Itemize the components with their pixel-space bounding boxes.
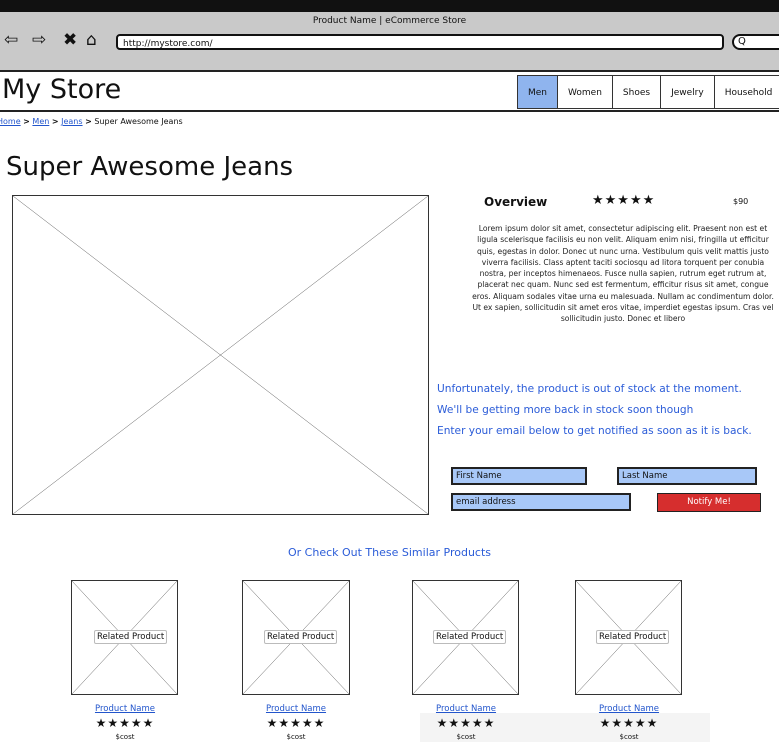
first-name-field[interactable]: First Name <box>451 467 587 485</box>
forward-arrow-icon[interactable]: ⇨ <box>32 31 46 49</box>
product-image <box>12 195 429 515</box>
breadcrumb-men[interactable]: Men <box>32 117 49 126</box>
related-product-cost: $cost <box>619 733 639 741</box>
image-placeholder-icon <box>13 196 428 514</box>
related-product-name[interactable]: Product Name <box>70 704 180 714</box>
browser-chrome: Product Name | eCommerce Store ⇦ ⇨ ✖ ⌂ h… <box>0 12 779 72</box>
search-icon: Q <box>738 36 746 47</box>
related-product-cost: $cost <box>115 733 135 741</box>
breadcrumb-jeans[interactable]: Jeans <box>61 117 82 126</box>
product-price: $90 <box>733 197 749 206</box>
related-product-label: Related Product <box>596 630 670 644</box>
out-of-stock-notice: Unfortunately, the product is out of sto… <box>437 383 742 395</box>
browser-search-field[interactable]: Q <box>732 34 779 50</box>
related-product-label: Related Product <box>264 630 338 644</box>
breadcrumb-separator: > <box>85 117 92 126</box>
screen-top-strip <box>0 0 779 12</box>
category-tabs: Men Women Shoes Jewelry Household <box>517 75 779 109</box>
window-title: Product Name | eCommerce Store <box>312 16 467 26</box>
last-name-field[interactable]: Last Name <box>617 467 757 485</box>
tab-household[interactable]: Household <box>714 75 779 109</box>
product-rating: ★★★★★ <box>592 193 656 208</box>
breadcrumb-separator: > <box>51 117 59 126</box>
notify-me-button[interactable]: Notify Me! <box>657 493 761 512</box>
store-header: My Store Men Women Shoes Jewelry Househo… <box>0 72 779 112</box>
related-product-label: Related Product <box>433 630 507 644</box>
email-field[interactable]: email address <box>451 493 631 511</box>
related-product-name[interactable]: Product Name <box>574 704 684 714</box>
breadcrumb-current: Super Awesome Jeans <box>94 117 183 126</box>
related-product-rating: ★★★★★ <box>436 716 496 730</box>
home-icon[interactable]: ⌂ <box>86 31 97 49</box>
tab-women[interactable]: Women <box>558 75 613 109</box>
stop-icon[interactable]: ✖ <box>63 31 77 49</box>
related-product-rating: ★★★★★ <box>95 716 155 730</box>
email-prompt: Enter your email below to get notified a… <box>437 425 752 437</box>
related-product-cost: $cost <box>456 733 476 741</box>
breadcrumb-home[interactable]: Home <box>0 117 21 126</box>
related-product-cost: $cost <box>286 733 306 741</box>
similar-products-heading: Or Check Out These Similar Products <box>287 546 492 559</box>
related-product-name[interactable]: Product Name <box>411 704 521 714</box>
breadcrumb: Home > Men > Jeans > Super Awesome Jeans <box>0 117 183 126</box>
url-bar[interactable]: http://mystore.com/ <box>116 34 724 50</box>
product-title: Super Awesome Jeans <box>6 152 294 182</box>
overview-heading: Overview <box>484 195 548 209</box>
related-product-label: Related Product <box>94 630 168 644</box>
breadcrumb-separator: > <box>23 117 30 126</box>
back-arrow-icon[interactable]: ⇦ <box>4 31 18 49</box>
tab-shoes[interactable]: Shoes <box>612 75 662 109</box>
related-product-rating: ★★★★★ <box>599 716 659 730</box>
store-title: My Store <box>2 74 122 105</box>
related-product-rating: ★★★★★ <box>266 716 326 730</box>
product-description: Lorem ipsum dolor sit amet, consectetur … <box>472 224 774 324</box>
tab-men[interactable]: Men <box>517 75 559 109</box>
restock-notice: We'll be getting more back in stock soon… <box>437 404 694 416</box>
tab-jewelry[interactable]: Jewelry <box>661 75 715 109</box>
related-product-name[interactable]: Product Name <box>241 704 351 714</box>
